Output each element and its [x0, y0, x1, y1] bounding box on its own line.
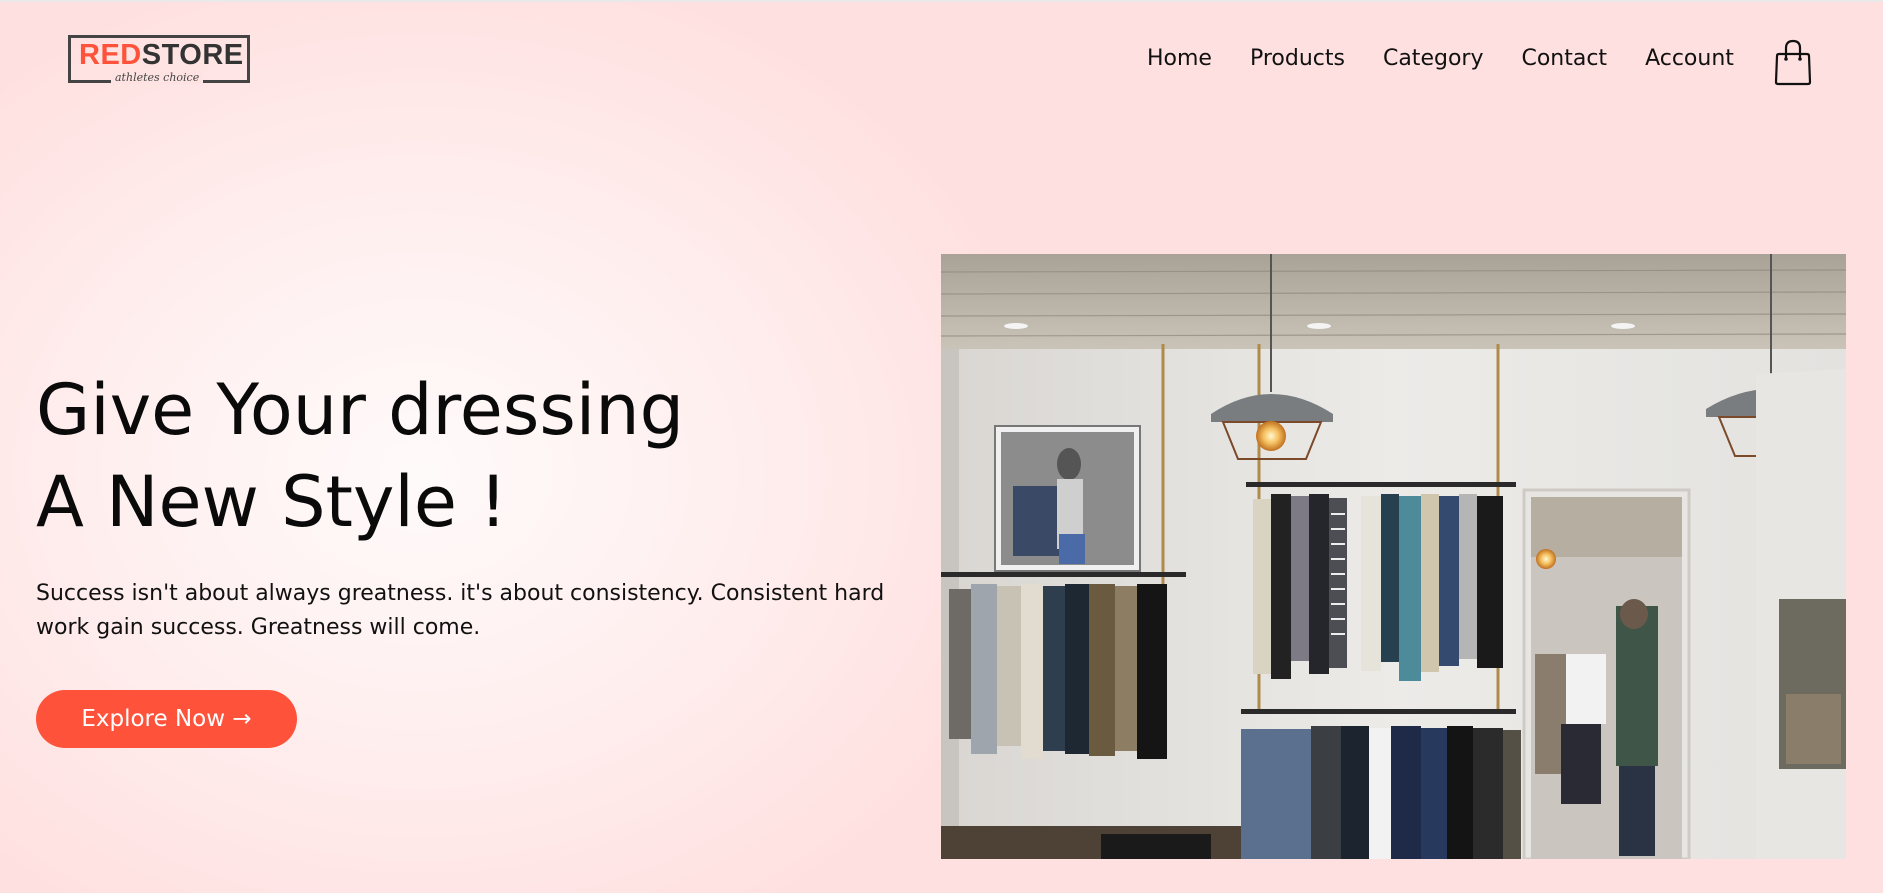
shopping-bag-icon[interactable]: [1773, 38, 1813, 86]
hero-description: Success isn't about always greatness. it…: [36, 581, 885, 640]
navbar: REDSTORE athletes choice Home Products C…: [0, 2, 1883, 122]
nav-menu: Home Products Category Contact Account: [1147, 46, 1734, 71]
explore-now-button[interactable]: Explore Now →: [36, 690, 297, 748]
logo-dark-text: STORE: [141, 39, 244, 71]
logo-tagline: athletes choice: [111, 71, 204, 84]
hero-title-line-1: Give Your dressing: [36, 369, 685, 451]
logo[interactable]: REDSTORE athletes choice: [68, 35, 250, 84]
logo-red-text: RED: [79, 39, 142, 71]
logo-wordmark: REDSTORE: [79, 39, 244, 72]
clothing-store-image: [941, 254, 1846, 859]
nav-contact[interactable]: Contact: [1521, 46, 1607, 71]
page: REDSTORE athletes choice Home Products C…: [0, 0, 1883, 893]
nav-category[interactable]: Category: [1383, 46, 1484, 71]
nav-account[interactable]: Account: [1645, 46, 1734, 71]
hero-title: Give Your dressing A New Style !: [36, 364, 684, 548]
nav-home[interactable]: Home: [1147, 46, 1212, 71]
hero-title-line-2: A New Style !: [36, 461, 508, 543]
nav-products[interactable]: Products: [1250, 46, 1345, 71]
